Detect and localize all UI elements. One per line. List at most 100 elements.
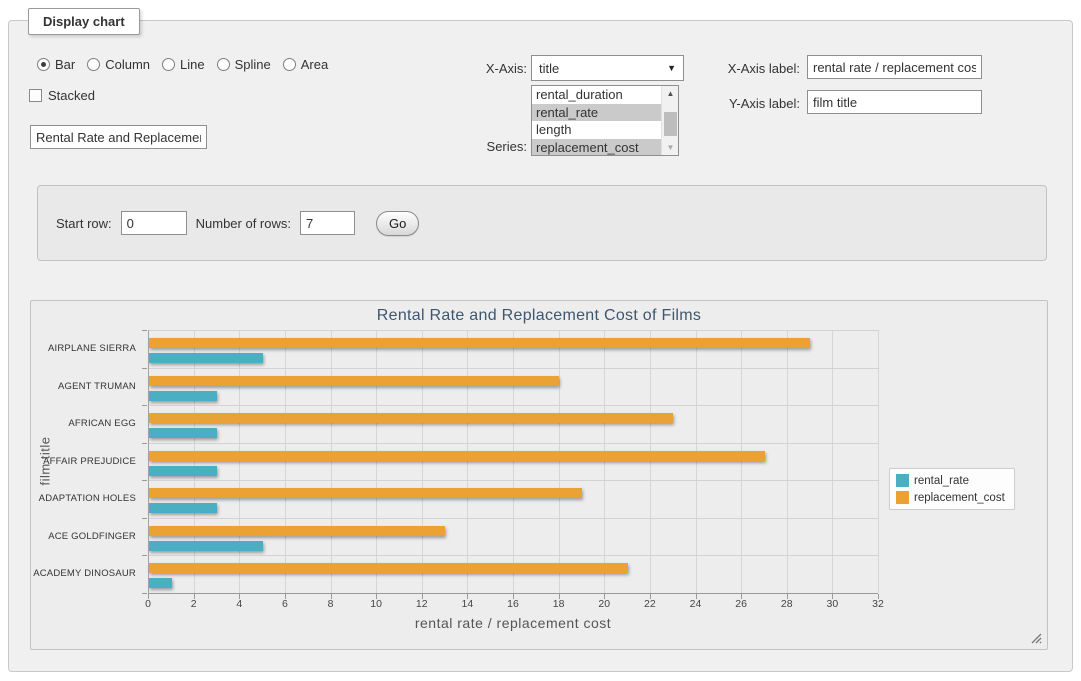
scrollbar-thumb[interactable]: [664, 112, 677, 136]
go-button[interactable]: Go: [376, 211, 419, 236]
category-labels: AIRPLANE SIERRAAGENT TRUMANAFRICAN EGGAF…: [31, 330, 142, 593]
category-label: ACADEMY DINOSAUR: [31, 555, 142, 593]
row-boundary: [148, 405, 878, 406]
radio-icon[interactable]: [217, 58, 230, 71]
legend-swatch: [896, 491, 909, 504]
y-axis-label-input[interactable]: [807, 90, 982, 114]
y-axis-label-label: Y-Axis label:: [640, 96, 800, 111]
gridline: [513, 330, 514, 593]
x-tick-label: 30: [812, 598, 852, 610]
page: { "fieldset": { "legend": "Display chart…: [0, 0, 1081, 681]
chart-type-area[interactable]: Area: [283, 57, 328, 72]
bar-replacement_cost: [149, 488, 582, 498]
bar-replacement_cost: [149, 526, 445, 536]
x-tick-label: 0: [128, 598, 168, 610]
category-label: AFFAIR PREJUDICE: [31, 443, 142, 481]
resize-handle-icon[interactable]: [1031, 633, 1042, 644]
chart-type-group: Bar Column Line Spline Area: [37, 56, 328, 72]
stacked-option[interactable]: Stacked: [29, 88, 95, 103]
gridline: [741, 330, 742, 593]
gridline: [604, 330, 605, 593]
x-tick-label: 2: [174, 598, 214, 610]
x-axis-label-label: X-Axis label:: [640, 61, 800, 76]
bar-rental_rate: [149, 578, 172, 588]
x-tick-label: 32: [858, 598, 898, 610]
chart-type-label: Column: [105, 57, 150, 72]
gridline: [194, 330, 195, 593]
bar-replacement_cost: [149, 563, 628, 573]
scroll-down-icon[interactable]: ▼: [662, 140, 679, 155]
x-tick-label: 8: [311, 598, 351, 610]
row-boundary: [148, 443, 878, 444]
row-boundary: [148, 368, 878, 369]
x-tick-label: 26: [721, 598, 761, 610]
x-axis-label-input[interactable]: [807, 55, 982, 79]
y-tick-mark: [142, 330, 147, 331]
x-tick-labels: 02468101214161820222426283032: [31, 598, 1047, 612]
bar-rental_rate: [149, 503, 217, 513]
chart-legend: rental_rate replacement_cost: [889, 468, 1015, 510]
gridline: [376, 330, 377, 593]
x-axis-title: rental rate / replacement cost: [148, 615, 878, 631]
radio-icon[interactable]: [162, 58, 175, 71]
radio-icon[interactable]: [283, 58, 296, 71]
bar-rental_rate: [149, 541, 263, 551]
series-option-replacement_cost[interactable]: replacement_cost: [532, 139, 661, 157]
number-of-rows-label: Number of rows:: [196, 216, 291, 231]
gridline: [787, 330, 788, 593]
row-boundary: [148, 480, 878, 481]
gridline: [696, 330, 697, 593]
gridline: [467, 330, 468, 593]
start-row-input[interactable]: [121, 211, 187, 235]
legend-swatch: [896, 474, 909, 487]
bar-replacement_cost: [149, 451, 765, 461]
x-tick-label: 22: [630, 598, 670, 610]
chart-type-label: Spline: [235, 57, 271, 72]
fieldset-legend: Display chart: [28, 8, 140, 35]
x-tick-label: 24: [676, 598, 716, 610]
row-boundary: [148, 330, 878, 331]
radio-icon[interactable]: [37, 58, 50, 71]
x-tick-label: 20: [584, 598, 624, 610]
bar-rental_rate: [149, 466, 217, 476]
x-axis-select-label: X-Axis:: [404, 61, 527, 76]
legend-item-replacement_cost[interactable]: replacement_cost: [896, 491, 1005, 504]
y-axis-line: [148, 330, 149, 593]
x-tick-label: 12: [402, 598, 442, 610]
category-label: AIRPLANE SIERRA: [31, 330, 142, 368]
legend-item-rental_rate[interactable]: rental_rate: [896, 474, 1005, 487]
chart-title: Rental Rate and Replacement Cost of Film…: [31, 307, 1047, 325]
gridline: [832, 330, 833, 593]
y-tick-mark: [142, 443, 147, 444]
bar-rental_rate: [149, 353, 263, 363]
y-tick-mark: [142, 555, 147, 556]
gridline: [878, 330, 879, 593]
chart-type-column[interactable]: Column: [87, 57, 150, 72]
bar-rental_rate: [149, 428, 217, 438]
x-tick-label: 14: [447, 598, 487, 610]
category-label: AGENT TRUMAN: [31, 368, 142, 406]
series-option-length[interactable]: length: [532, 121, 661, 139]
bar-rental_rate: [149, 391, 217, 401]
bar-replacement_cost: [149, 376, 559, 386]
legend-label: rental_rate: [914, 475, 969, 487]
gridline: [331, 330, 332, 593]
y-tick-mark: [142, 480, 147, 481]
rows-panel: Start row: Number of rows: Go: [37, 185, 1047, 261]
chart-title-input[interactable]: [30, 125, 207, 149]
gridline: [285, 330, 286, 593]
legend-label: replacement_cost: [914, 492, 1005, 504]
chart-type-bar[interactable]: Bar: [37, 57, 75, 72]
y-tick-mark: [142, 368, 147, 369]
chart-type-spline[interactable]: Spline: [217, 57, 271, 72]
gridline: [422, 330, 423, 593]
chart-type-line[interactable]: Line: [162, 57, 205, 72]
row-boundary: [148, 555, 878, 556]
x-tick-label: 28: [767, 598, 807, 610]
stacked-checkbox-icon[interactable]: [29, 89, 42, 102]
x-tick-label: 16: [493, 598, 533, 610]
bar-replacement_cost: [149, 338, 810, 348]
number-of-rows-input[interactable]: [300, 211, 355, 235]
row-boundary: [148, 518, 878, 519]
radio-icon[interactable]: [87, 58, 100, 71]
